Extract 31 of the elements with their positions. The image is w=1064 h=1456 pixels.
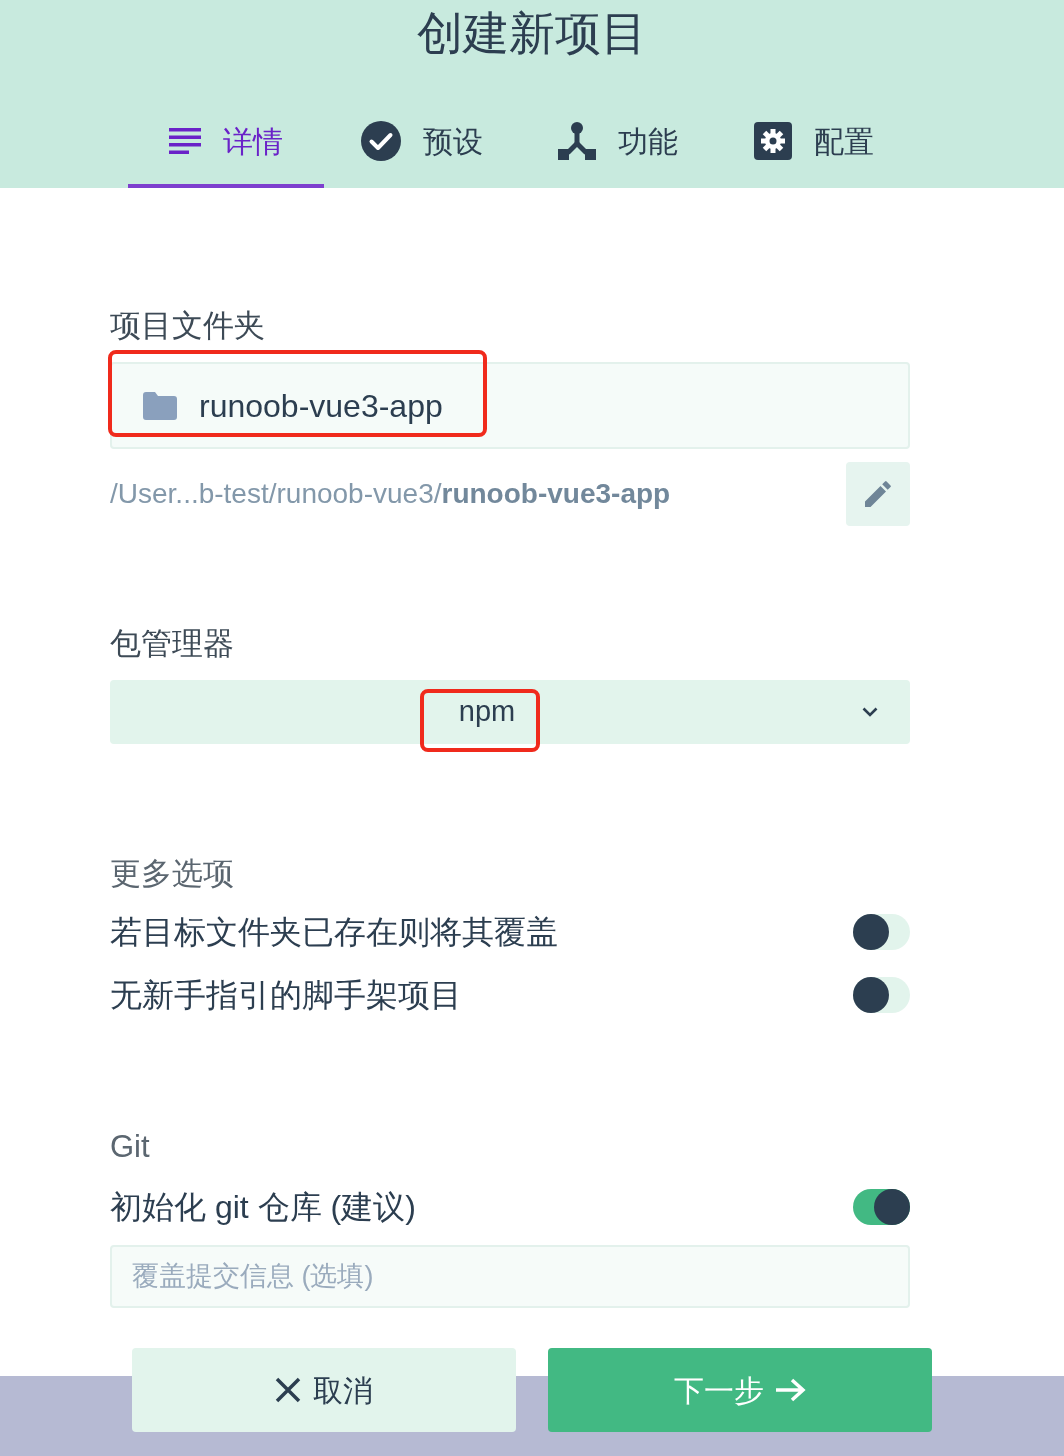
edit-button[interactable] (846, 462, 910, 526)
list-icon (169, 128, 201, 154)
cancel-button[interactable]: 取消 (132, 1348, 516, 1432)
toggle-switch[interactable] (853, 914, 910, 950)
tab[interactable]: 配置 (716, 98, 912, 188)
section-label: Git (110, 1128, 151, 1166)
toggle-switch[interactable] (853, 977, 910, 1013)
tab[interactable]: 功能 (520, 98, 716, 188)
option-label: 无新手指引的脚手架项目 (110, 976, 462, 1015)
arrow-right-icon (776, 1378, 806, 1402)
close-icon (275, 1377, 301, 1403)
toggle-switch[interactable] (853, 1189, 910, 1225)
commit-message-field[interactable]: 覆盖提交信息 (选填) (110, 1245, 910, 1308)
folder-path: /User...b-test/runoob-vue3/runoob-vue3-app (110, 477, 671, 511)
section-label: 更多选项 (110, 855, 235, 893)
check-circle-icon (361, 121, 401, 161)
tab[interactable]: 预设 (324, 98, 520, 188)
tab[interactable]: 详情 (128, 98, 324, 188)
pencil-icon (865, 481, 891, 507)
option-label: 初始化 git 仓库 (建议) (110, 1188, 416, 1227)
folder-field[interactable]: runoob-vue3-app (110, 362, 910, 449)
fork-icon (558, 122, 596, 160)
package-manager-select[interactable]: npm (110, 680, 910, 744)
folder-name: runoob-vue3-app (199, 386, 443, 426)
section-label: 项目文件夹 (110, 307, 266, 345)
gear-icon (754, 122, 792, 160)
chevron-down-icon (862, 707, 878, 717)
folder-icon (143, 391, 177, 420)
page-title: 创建新项目 (417, 6, 647, 61)
option-label: 若目标文件夹已存在则将其覆盖 (110, 913, 558, 952)
section-label: 包管理器 (110, 625, 235, 663)
